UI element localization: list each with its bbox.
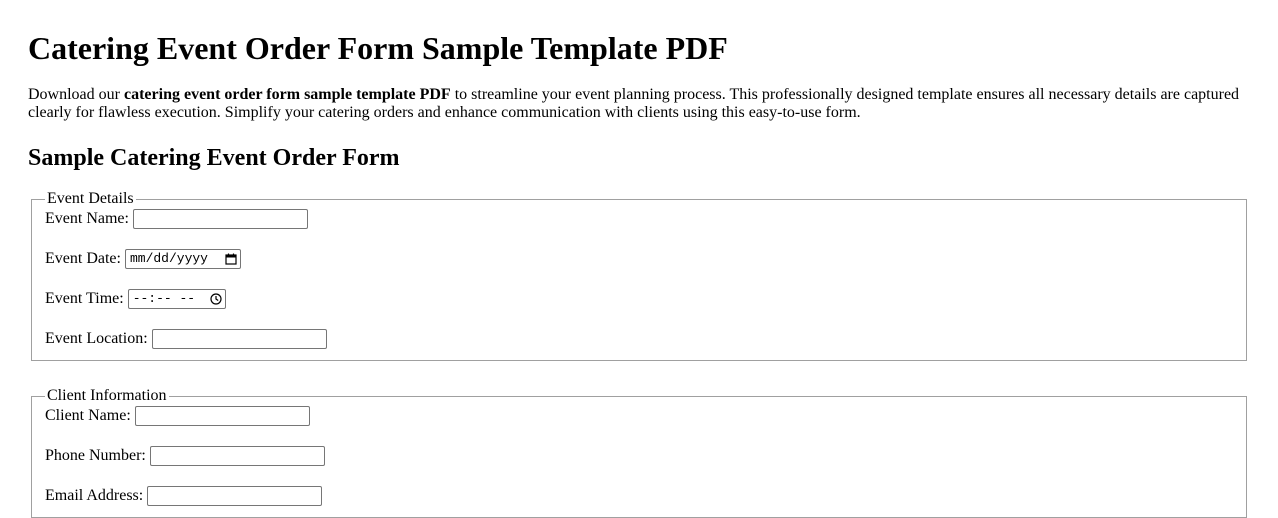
event-details-fieldset: Event Details Event Name: Event Date: mm… [31,190,1247,361]
event-details-legend: Event Details [47,190,134,207]
intro-paragraph: Download our catering event order form s… [28,66,1248,122]
client-info-legend: Client Information [47,387,167,404]
client-name-label: Client Name: [45,407,131,424]
client-name-input[interactable] [134,406,310,426]
event-location-label: Event Location: [45,330,148,347]
phone-number-input[interactable] [149,446,325,466]
event-location-input[interactable] [151,329,327,349]
event-name-input[interactable] [132,209,308,229]
intro-bold-text: catering event order form sample templat… [123,86,451,103]
event-date-input[interactable]: mm/dd/yyyy [124,249,241,269]
section-title: Sample Catering Event Order Form [28,145,400,171]
intro-text-start: Download our [28,86,124,103]
event-time-input[interactable]: --:-- -- [127,289,226,309]
email-address-row: Email Address: [45,485,1233,507]
event-date-row: Event Date: mm/dd/yyyy [45,248,1233,270]
event-time-label: Event Time: [45,290,124,307]
event-date-label: Event Date: [45,250,121,267]
event-location-row: Event Location: [45,328,1233,350]
event-name-row: Event Name: [45,208,1233,230]
page-title: Catering Event Order Form Sample Templat… [28,30,728,66]
event-date-placeholder: mm/dd/yyyy [129,251,208,266]
page-content: Catering Event Order Form Sample Templat… [0,0,1278,518]
client-info-fieldset: Client Information Client Name: Phone Nu… [31,387,1247,518]
email-address-input[interactable] [147,486,323,506]
phone-number-row: Phone Number: [45,445,1233,467]
clock-icon[interactable] [210,293,222,305]
event-name-label: Event Name: [45,210,129,227]
email-address-label: Email Address: [45,487,144,504]
client-name-row: Client Name: [45,405,1233,427]
calendar-icon[interactable] [225,253,237,265]
event-time-placeholder: --:-- -- [132,291,196,306]
event-time-row: Event Time: --:-- -- [45,288,1233,310]
phone-number-label: Phone Number: [45,447,146,464]
